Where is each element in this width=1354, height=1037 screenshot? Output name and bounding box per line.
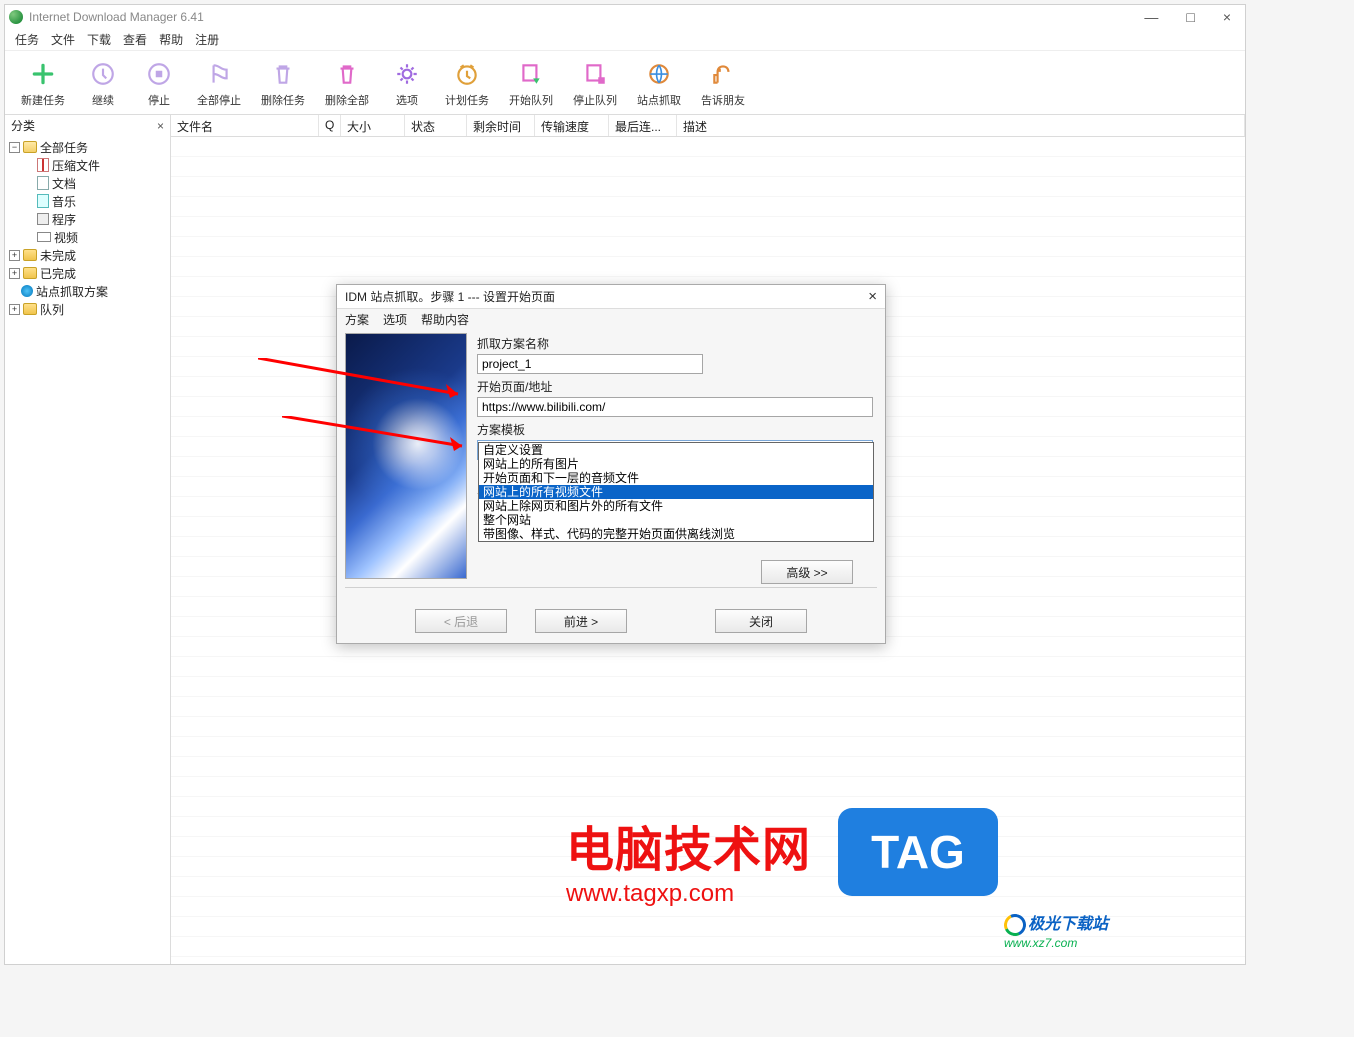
tb-tell[interactable]: 告诉朋友: [691, 58, 755, 108]
menu-help[interactable]: 帮助: [159, 31, 183, 48]
tb-new[interactable]: 新建任务: [11, 58, 75, 108]
minimize-button[interactable]: —: [1144, 10, 1158, 24]
dialog-title: IDM 站点抓取。步骤 1 --- 设置开始页面: [345, 288, 868, 305]
back-button[interactable]: < 后退: [415, 609, 507, 633]
expand-icon[interactable]: +: [9, 250, 20, 261]
watermark-site: 极光下载站 www.xz7.com: [1004, 910, 1108, 950]
watermark-tag: TAG: [838, 808, 998, 896]
tree-app[interactable]: 程序: [7, 210, 168, 228]
app-icon: [37, 213, 49, 225]
window-controls: — □ ×: [1144, 10, 1241, 24]
col-filename[interactable]: 文件名: [171, 115, 319, 136]
music-icon: [37, 194, 49, 208]
tree-music[interactable]: 音乐: [7, 192, 168, 210]
dlg-menu-options[interactable]: 选项: [383, 311, 407, 328]
tb-stopall[interactable]: 全部停止: [187, 58, 251, 108]
ie-icon: [21, 285, 33, 297]
tb-delete[interactable]: 删除任务: [251, 58, 315, 108]
dialog-titlebar: IDM 站点抓取。步骤 1 --- 设置开始页面 ×: [337, 285, 885, 309]
sidebar-close-icon[interactable]: ×: [157, 119, 164, 133]
menu-tasks[interactable]: 任务: [15, 31, 39, 48]
start-url-input[interactable]: [477, 397, 873, 417]
option-custom[interactable]: 自定义设置: [479, 443, 873, 457]
project-name-input[interactable]: [477, 354, 703, 374]
menu-file[interactable]: 文件: [51, 31, 75, 48]
dialog-image: [345, 333, 467, 579]
template-dropdown[interactable]: 自定义设置 网站上的所有图片 开始页面和下一层的音频文件 网站上的所有视频文件 …: [478, 442, 874, 542]
app-icon: [9, 10, 23, 24]
name-label: 抓取方案名称: [477, 335, 877, 352]
folder-icon: [23, 303, 37, 315]
next-button[interactable]: 前进 >: [535, 609, 627, 633]
menu-register[interactable]: 注册: [195, 31, 219, 48]
folder-icon: [23, 249, 37, 261]
tb-scheduler[interactable]: 计划任务: [435, 58, 499, 108]
expand-icon[interactable]: +: [9, 268, 20, 279]
menubar: 任务 文件 下载 查看 帮助 注册: [5, 29, 1245, 51]
tree-zip[interactable]: 压缩文件: [7, 156, 168, 174]
expand-icon[interactable]: +: [9, 304, 20, 315]
toolbar: 新建任务 继续 停止 全部停止 删除任务 删除全部 选项 计划任务 开始队列 停…: [5, 51, 1245, 115]
tree-unfinished[interactable]: +未完成: [7, 246, 168, 264]
titlebar: Internet Download Manager 6.41 — □ ×: [5, 5, 1245, 29]
option-other[interactable]: 网站上除网页和图片外的所有文件: [479, 499, 873, 513]
folder-icon: [23, 267, 37, 279]
video-icon: [37, 232, 51, 242]
col-speed[interactable]: 传输速度: [535, 115, 609, 136]
doc-icon: [37, 176, 49, 190]
tree-video[interactable]: 视频: [7, 228, 168, 246]
dlg-menu-project[interactable]: 方案: [345, 311, 369, 328]
col-remaining[interactable]: 剩余时间: [467, 115, 535, 136]
col-last[interactable]: 最后连...: [609, 115, 677, 136]
template-label: 方案模板: [477, 421, 877, 438]
tb-stop[interactable]: 停止: [131, 58, 187, 108]
col-size[interactable]: 大小: [341, 115, 405, 136]
collapse-icon[interactable]: −: [9, 142, 20, 153]
col-desc[interactable]: 描述: [677, 115, 1245, 136]
col-q[interactable]: Q: [319, 115, 341, 136]
tb-options[interactable]: 选项: [379, 58, 435, 108]
tb-resume[interactable]: 继续: [75, 58, 131, 108]
dlg-menu-help[interactable]: 帮助内容: [421, 311, 469, 328]
dialog-separator: [345, 587, 877, 588]
option-offline[interactable]: 带图像、样式、代码的完整开始页面供离线浏览: [479, 527, 873, 541]
option-video[interactable]: 网站上的所有视频文件: [479, 485, 873, 499]
dialog-close-icon[interactable]: ×: [868, 288, 877, 305]
tree-all[interactable]: −全部任务: [7, 138, 168, 156]
menu-download[interactable]: 下载: [87, 31, 111, 48]
dialog-menubar: 方案 选项 帮助内容: [337, 309, 885, 329]
swirl-icon: [1001, 911, 1029, 939]
url-label: 开始页面/地址: [477, 378, 877, 395]
window-title: Internet Download Manager 6.41: [29, 10, 1144, 24]
tree-queue[interactable]: +队列: [7, 300, 168, 318]
option-audio[interactable]: 开始页面和下一层的音频文件: [479, 471, 873, 485]
tb-startq[interactable]: 开始队列: [499, 58, 563, 108]
tb-stopq[interactable]: 停止队列: [563, 58, 627, 108]
folder-open-icon: [23, 141, 37, 153]
dialog-buttons: < 后退 前进 > 关闭: [337, 609, 885, 633]
close-button[interactable]: ×: [1223, 10, 1231, 24]
tree-grabber[interactable]: 站点抓取方案: [7, 282, 168, 300]
close-button[interactable]: 关闭: [715, 609, 807, 633]
tree-finished[interactable]: +已完成: [7, 264, 168, 282]
column-headers: 文件名 Q 大小 状态 剩余时间 传输速度 最后连... 描述: [171, 115, 1245, 137]
maximize-button[interactable]: □: [1186, 10, 1194, 24]
advanced-button[interactable]: 高级 >>: [761, 560, 853, 584]
sidebar-header: 分类 ×: [5, 115, 170, 136]
option-images[interactable]: 网站上的所有图片: [479, 457, 873, 471]
tree-doc[interactable]: 文档: [7, 174, 168, 192]
sidebar-title: 分类: [11, 117, 35, 134]
tb-grabber[interactable]: 站点抓取: [627, 58, 691, 108]
menu-view[interactable]: 查看: [123, 31, 147, 48]
col-status[interactable]: 状态: [405, 115, 467, 136]
sidebar: 分类 × −全部任务 压缩文件 文档 音乐 程序 视频 +未完成 +已完成 站点…: [5, 115, 171, 964]
watermark-text: 电脑技术网 www.tagxp.com: [566, 810, 811, 908]
category-tree: −全部任务 压缩文件 文档 音乐 程序 视频 +未完成 +已完成 站点抓取方案 …: [5, 136, 170, 320]
tb-deleteall[interactable]: 删除全部: [315, 58, 379, 108]
zip-icon: [37, 158, 49, 172]
option-whole[interactable]: 整个网站: [479, 513, 873, 527]
